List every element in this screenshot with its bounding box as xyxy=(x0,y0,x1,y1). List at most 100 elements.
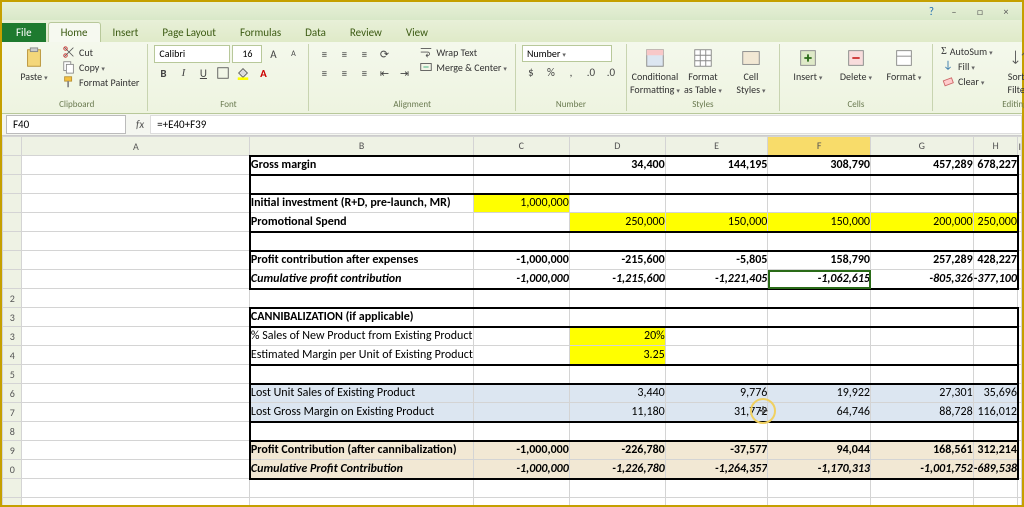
orientation-button[interactable]: ⟳ xyxy=(375,45,393,63)
underline-button[interactable]: U xyxy=(194,64,212,82)
cell-styles-button[interactable]: Cell Styles xyxy=(729,45,773,98)
ribbon-group-alignment: ≡ ≡ ≡ ⟳ ≡ ≡ ≡ ⇤ ⇥ Wrap Text Merge & Cent… xyxy=(309,44,516,111)
tab-home[interactable]: Home xyxy=(48,22,101,42)
currency-button[interactable]: $ xyxy=(522,63,540,81)
wrap-icon xyxy=(419,45,433,59)
table-row[interactable]: 5 xyxy=(3,365,1022,384)
col-header-D[interactable]: D xyxy=(569,137,665,156)
paste-button[interactable]: Paste xyxy=(12,45,56,85)
table-row[interactable] xyxy=(3,498,1022,506)
number-format-selector[interactable]: Number xyxy=(522,45,612,62)
help-icon[interactable]: ? xyxy=(929,5,934,18)
select-all-corner[interactable] xyxy=(3,137,22,156)
col-header-H[interactable]: H xyxy=(973,137,1018,156)
ribbon: Paste Cut Copy Format Painter Clipboard … xyxy=(2,42,1022,114)
align-center-button[interactable]: ≡ xyxy=(335,64,353,82)
spreadsheet-grid[interactable]: A B C D E F G H I Gross margin34,400144,… xyxy=(2,136,1022,505)
tab-data[interactable]: Data xyxy=(293,23,338,42)
increase-indent-button[interactable]: ⇥ xyxy=(395,64,413,82)
table-row[interactable]: 0Cumulative Profit Contribution-1,000,00… xyxy=(3,460,1022,479)
comma-button[interactable]: , xyxy=(562,63,580,81)
delete-cells-button[interactable]: Delete xyxy=(834,45,878,85)
table-row[interactable]: Profit contribution after expenses-1,000… xyxy=(3,251,1022,270)
close-button[interactable]: × xyxy=(994,4,1018,18)
col-header-F[interactable]: F xyxy=(768,137,871,156)
col-header-I[interactable]: I xyxy=(1018,137,1022,156)
increase-decimal-button[interactable]: .0 xyxy=(582,63,600,81)
percent-button[interactable]: % xyxy=(542,63,560,81)
minimize-button[interactable]: – xyxy=(942,4,966,18)
worksheet-area[interactable]: A B C D E F G H I Gross margin34,400144,… xyxy=(2,136,1022,505)
insert-icon xyxy=(797,47,819,69)
align-left-button[interactable]: ≡ xyxy=(315,64,333,82)
table-row[interactable]: 8 xyxy=(3,422,1022,441)
table-row[interactable]: Gross margin34,400144,195308,790457,2896… xyxy=(3,156,1022,175)
format-cells-button[interactable]: Format xyxy=(882,45,926,85)
decrease-decimal-button[interactable]: .0 xyxy=(602,63,620,81)
copy-label: Copy xyxy=(79,61,105,74)
sort-filter-button[interactable]: Sort & Filter xyxy=(999,45,1024,98)
align-middle-button[interactable]: ≡ xyxy=(335,45,353,63)
col-header-B[interactable]: B xyxy=(250,137,473,156)
table-row[interactable]: Promotional Spend250,000150,000150,00020… xyxy=(3,213,1022,232)
format-label: Format xyxy=(887,70,922,83)
conditional-formatting-button[interactable]: Conditional Formatting xyxy=(633,45,677,98)
insert-cells-button[interactable]: Insert xyxy=(786,45,830,85)
tab-view[interactable]: View xyxy=(394,23,440,42)
table-row[interactable]: 4Estimated Margin per Unit of Existing P… xyxy=(3,346,1022,365)
italic-button[interactable]: I xyxy=(174,64,192,82)
ribbon-group-editing: ΣAutoSum Fill Clear Sort & Filter Find &… xyxy=(933,44,1024,111)
font-group-label: Font xyxy=(154,98,302,110)
table-row[interactable] xyxy=(3,232,1022,251)
decrease-font-button[interactable]: A xyxy=(284,45,302,63)
autosum-button[interactable]: ΣAutoSum xyxy=(939,45,995,58)
fill-color-button[interactable] xyxy=(234,64,252,82)
tab-file[interactable]: File xyxy=(2,23,46,42)
table-row[interactable]: 9Profit Contribution (after cannibalizat… xyxy=(3,441,1022,460)
delete-label: Delete xyxy=(840,70,872,83)
border-button[interactable] xyxy=(214,64,232,82)
font-color-button[interactable]: A xyxy=(254,64,272,82)
insert-label: Insert xyxy=(793,70,822,83)
bold-button[interactable]: B xyxy=(154,64,172,82)
col-header-G[interactable]: G xyxy=(871,137,974,156)
cut-button[interactable]: Cut xyxy=(60,45,141,59)
align-top-button[interactable]: ≡ xyxy=(315,45,333,63)
table-row[interactable] xyxy=(3,479,1022,498)
decrease-indent-button[interactable]: ⇤ xyxy=(375,64,393,82)
col-header-C[interactable]: C xyxy=(473,137,569,156)
table-icon xyxy=(692,47,714,69)
wrap-text-button[interactable]: Wrap Text xyxy=(417,45,509,59)
tab-formulas[interactable]: Formulas xyxy=(228,23,293,42)
col-header-E[interactable]: E xyxy=(665,137,768,156)
align-right-button[interactable]: ≡ xyxy=(355,64,373,82)
font-size-selector[interactable]: 16 xyxy=(232,45,262,63)
format-painter-button[interactable]: Format Painter xyxy=(60,75,141,89)
clear-button[interactable]: Clear xyxy=(939,74,995,88)
table-row[interactable]: 3CANNIBALIZATION (if applicable) xyxy=(3,308,1022,327)
font-name-selector[interactable]: Calibri xyxy=(154,45,230,63)
table-row[interactable]: Cumulative profit contribution-1,000,000… xyxy=(3,270,1022,289)
table-row[interactable] xyxy=(3,175,1022,194)
table-row[interactable]: 6Lost Unit Sales of Existing Product3,44… xyxy=(3,384,1022,403)
col-header-A[interactable]: A xyxy=(22,137,250,156)
name-box[interactable]: F40 xyxy=(6,115,126,134)
table-row[interactable]: Initial investment (R+D, pre-launch, MR)… xyxy=(3,194,1022,213)
maximize-button[interactable]: □ xyxy=(968,4,992,18)
table-row[interactable]: 2 xyxy=(3,289,1022,308)
increase-font-button[interactable]: A xyxy=(264,45,282,63)
table-row[interactable]: 7Lost Gross Margin on Existing Product11… xyxy=(3,403,1022,422)
align-bottom-button[interactable]: ≡ xyxy=(355,45,373,63)
formula-input[interactable]: =+E40+F39 xyxy=(150,115,1022,134)
fill-icon xyxy=(941,59,955,73)
copy-button[interactable]: Copy xyxy=(60,60,141,74)
tab-insert[interactable]: Insert xyxy=(101,23,151,42)
fill-button[interactable]: Fill xyxy=(939,59,995,73)
table-row[interactable]: 3% Sales of New Product from Existing Pr… xyxy=(3,327,1022,346)
merge-center-button[interactable]: Merge & Center xyxy=(417,60,509,74)
tab-page-layout[interactable]: Page Layout xyxy=(150,23,228,42)
format-table-button[interactable]: Format as Table xyxy=(681,45,725,98)
fx-icon[interactable]: fx xyxy=(130,118,150,131)
editing-group-label: Editing xyxy=(939,98,1024,110)
tab-review[interactable]: Review xyxy=(338,23,394,42)
